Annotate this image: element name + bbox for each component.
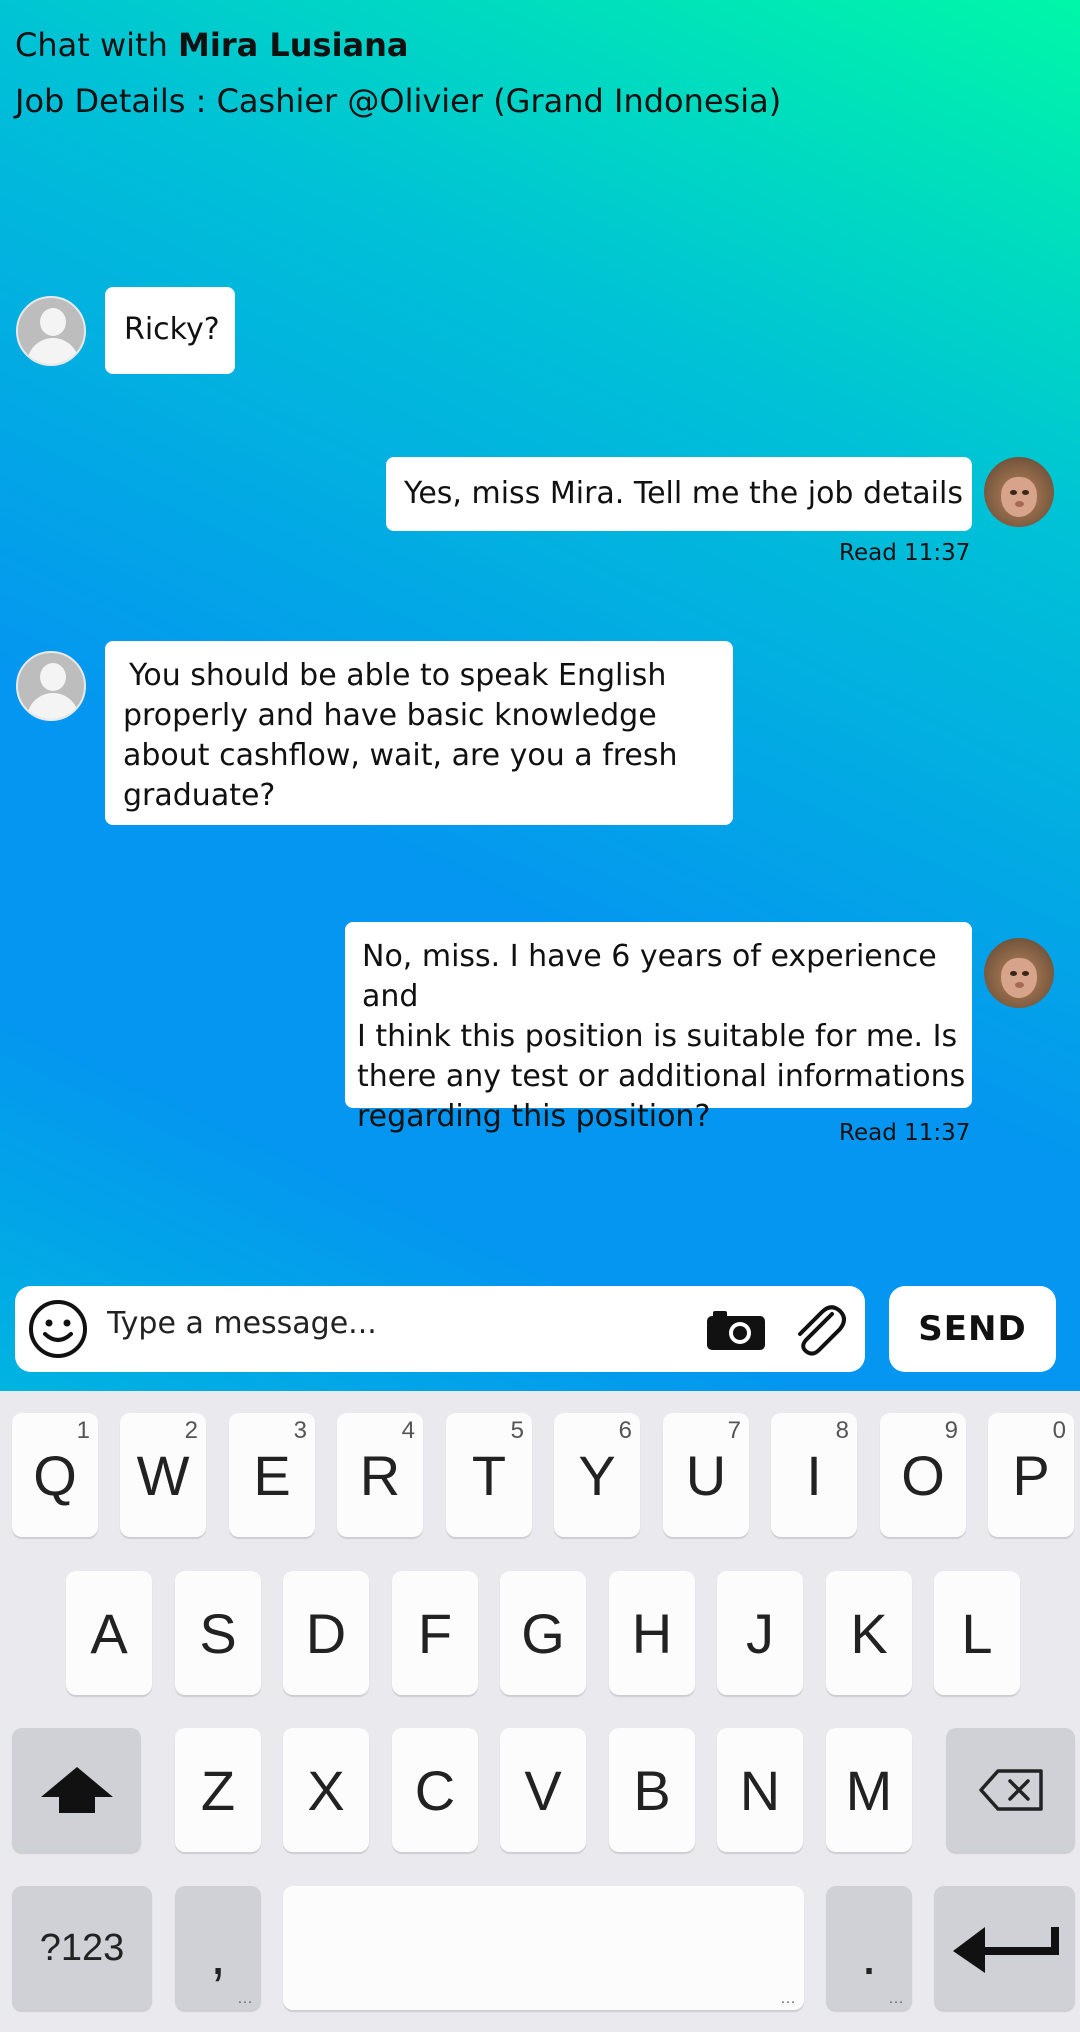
message-text: Ricky? [124, 312, 220, 347]
key-v[interactable]: V [500, 1728, 586, 1852]
key-r[interactable]: R4 [337, 1413, 423, 1537]
key-y[interactable]: Y6 [554, 1413, 640, 1537]
key-h[interactable]: H [609, 1571, 695, 1695]
contact-avatar[interactable] [16, 296, 86, 366]
message-bubble-outgoing: No, miss. I have 6 years of experience a… [345, 922, 972, 1134]
key-n[interactable]: N [717, 1728, 803, 1852]
key-w[interactable]: W2 [120, 1413, 206, 1537]
message-line: You should be able to speak English [129, 658, 667, 693]
message-bubble-incoming: You should be able to speak English prop… [105, 641, 733, 825]
key-k[interactable]: K [826, 1571, 912, 1695]
key-d[interactable]: D [283, 1571, 369, 1695]
key-l[interactable]: L [934, 1571, 1020, 1695]
job-details: Job Details : Cashier @Olivier (Grand In… [15, 82, 782, 120]
backspace-icon [978, 1769, 1043, 1811]
message-line: properly and have basic knowledge [123, 698, 657, 733]
message-text: Yes, miss Mira. Tell me the job details [404, 476, 963, 511]
chat-area: Chat with Mira Lusiana Job Details : Cas… [0, 0, 1080, 1391]
shift-arrow-icon [40, 1767, 113, 1813]
key-j[interactable]: J [717, 1571, 803, 1695]
message-bubble-incoming: Ricky? [105, 287, 235, 374]
camera-icon[interactable] [705, 1308, 767, 1352]
contact-avatar[interactable] [16, 651, 86, 721]
period-key[interactable]: .… [826, 1886, 912, 2010]
key-m[interactable]: M [826, 1728, 912, 1852]
message-line: No, miss. I have 6 years of experience a… [362, 939, 937, 1014]
symbols-key[interactable]: ?123 [12, 1886, 152, 2010]
message-line: about cashflow, wait, are you a fresh [123, 738, 678, 773]
send-button[interactable]: SEND [889, 1286, 1056, 1372]
key-i[interactable]: I8 [771, 1413, 857, 1537]
message-line: graduate? [123, 778, 276, 813]
comma-key[interactable]: ,… [175, 1886, 261, 2010]
key-c[interactable]: C [392, 1728, 478, 1852]
key-q[interactable]: Q1 [12, 1413, 98, 1537]
enter-arrow-icon [952, 1927, 1059, 1973]
key-z[interactable]: Z [175, 1728, 261, 1852]
emoji-icon[interactable] [27, 1298, 89, 1360]
chat-title: Chat with Mira Lusiana [15, 26, 409, 64]
key-o[interactable]: O9 [880, 1413, 966, 1537]
key-b[interactable]: B [609, 1728, 695, 1852]
key-s[interactable]: S [175, 1571, 261, 1695]
message-bubble-outgoing: Yes, miss Mira. Tell me the job details [386, 457, 972, 531]
key-t[interactable]: T5 [446, 1413, 532, 1537]
key-a[interactable]: A [66, 1571, 152, 1695]
space-key[interactable]: … [283, 1886, 804, 2010]
attachment-icon[interactable] [788, 1300, 848, 1360]
contact-name: Mira Lusiana [178, 26, 409, 64]
enter-key[interactable] [934, 1886, 1075, 2010]
read-receipt: Read 11:37 [839, 540, 971, 566]
key-u[interactable]: U7 [663, 1413, 749, 1537]
key-f[interactable]: F [392, 1571, 478, 1695]
message-input[interactable] [107, 1306, 667, 1341]
key-e[interactable]: E3 [229, 1413, 315, 1537]
my-avatar[interactable] [984, 457, 1054, 527]
shift-key[interactable] [12, 1728, 141, 1852]
message-composer [15, 1286, 865, 1372]
my-avatar[interactable] [984, 938, 1054, 1008]
message-line: there any test or additional information… [357, 1059, 966, 1094]
key-x[interactable]: X [283, 1728, 369, 1852]
backspace-key[interactable] [946, 1728, 1075, 1852]
message-line: I think this position is suitable for me… [357, 1019, 958, 1054]
key-g[interactable]: G [500, 1571, 586, 1695]
key-p[interactable]: P0 [988, 1413, 1074, 1537]
chat-title-prefix: Chat with [15, 26, 168, 64]
on-screen-keyboard: Q1 W2 E3 R4 T5 Y6 U7 I8 O9 P0 A S D F G … [0, 1391, 1080, 2032]
read-receipt: Read 11:37 [839, 1120, 971, 1146]
